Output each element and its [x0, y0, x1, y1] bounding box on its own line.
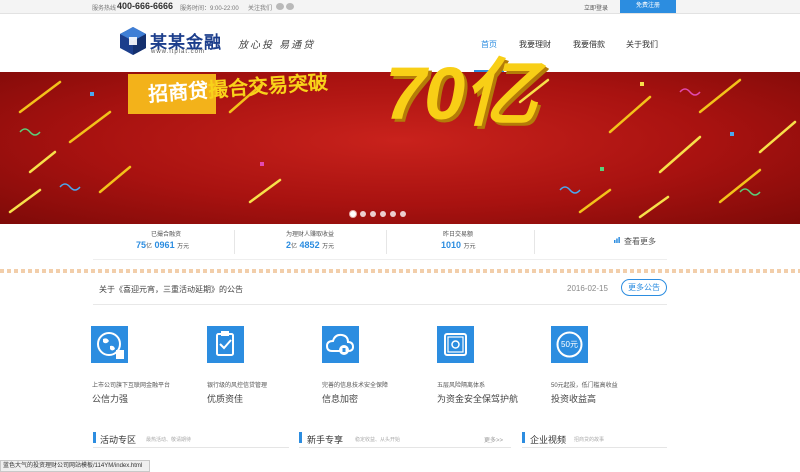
divider-dashed: [0, 269, 800, 273]
feature-subtitle: 五层风险隔离体系: [437, 383, 486, 389]
stat-label: 已撮合融资: [151, 232, 182, 238]
weibo-icon[interactable]: [276, 3, 284, 10]
notice-date: 2016-02-15: [567, 284, 608, 293]
wechat-icon[interactable]: [286, 3, 294, 10]
section-note: 招商贷的故事: [574, 437, 605, 443]
login-link[interactable]: 立即登录: [584, 3, 608, 12]
banner-badge-text: 共同见证: [137, 15, 206, 32]
stat-divider: [234, 230, 235, 254]
stat-value: 1010 万元: [441, 240, 476, 250]
cloud-lock-icon: [322, 326, 359, 363]
hotline-label: 服务热线: [92, 6, 117, 12]
clipboard-check-icon: [207, 326, 244, 363]
feature-subtitle: 完善的信息技术安全保障: [322, 383, 389, 389]
nav-borrow[interactable]: 我要借款: [573, 39, 605, 50]
section-divider: [93, 447, 289, 448]
feature-subtitle: 银行级的风控信贷管理: [207, 383, 268, 389]
coin-50-icon: 50元: [551, 326, 588, 363]
carousel-dot[interactable]: [390, 211, 396, 217]
more-link[interactable]: 更多>>: [484, 435, 503, 444]
service-hours: 服务时间：9:00-22:00: [180, 6, 239, 12]
notice-divider: [93, 304, 667, 305]
carousel-dot[interactable]: [350, 211, 356, 217]
feature-title: 公信力强: [92, 394, 129, 404]
banner-headline-prefix: 招商贷: [147, 80, 210, 107]
feature-subtitle: 50元起投，低门槛高收益: [551, 383, 618, 389]
feature-subtitle: 上市公司旗下互联网金融平台: [92, 383, 171, 389]
follow-label: 关注我们: [248, 6, 273, 12]
feature-title: 优质资佳: [207, 394, 244, 404]
safe-icon: [437, 326, 474, 363]
section-title-newbie: 新手专享: [307, 435, 344, 445]
stat-label: 昨日交易额: [443, 232, 474, 238]
section-note: 稳定收益、从头开始: [355, 437, 401, 443]
stat-value: 75亿 0961 万元: [136, 240, 190, 250]
hotline-number: 400-666-6666: [117, 1, 174, 11]
coin-label: 50元: [561, 340, 578, 349]
more-notices-button[interactable]: 更多公告: [621, 279, 667, 296]
notice-text[interactable]: 关于《喜迎元宵，三重活动延期》的公告: [99, 284, 243, 295]
feature-title: 为资金安全保驾护航: [437, 394, 519, 404]
globe-icon: [91, 326, 128, 363]
section-divider: [299, 447, 511, 448]
view-more-link[interactable]: 查看更多: [624, 236, 656, 247]
carousel-dot[interactable]: [380, 211, 386, 217]
browser-status-bar: 蓝色大气的投资理财公司网站模板/114YM/index.html: [0, 460, 150, 472]
section-accent: [93, 432, 96, 443]
section-title-activities: 活动专区: [100, 435, 137, 445]
carousel-dot[interactable]: [400, 211, 406, 217]
nav-about[interactable]: 关于我们: [626, 39, 658, 50]
stat-label: 为理财人赚取收益: [286, 232, 335, 238]
bar-chart-icon: [614, 237, 620, 243]
section-title-video: 企业视频: [530, 435, 567, 445]
feature-title: 信息加密: [322, 394, 359, 404]
stat-divider: [534, 230, 535, 254]
section-divider: [522, 447, 667, 448]
top-utility-bar: 服务热线 400-666-6666 服务时间：9:00-22:00 关注我们 立…: [0, 0, 800, 14]
banner-big-number: 70亿: [385, 52, 537, 135]
carousel-dot[interactable]: [360, 211, 366, 217]
section-accent: [522, 432, 525, 443]
carousel-dot[interactable]: [370, 211, 376, 217]
feature-title: 投资收益高: [551, 394, 597, 404]
section-note: 最热活动、敬请期待: [146, 437, 192, 443]
logo-url: www.itplat.com: [151, 49, 206, 55]
stat-divider: [386, 230, 387, 254]
section-accent: [299, 432, 302, 443]
register-button[interactable]: 免费注册: [620, 0, 676, 13]
stat-value: 2亿 4852 万元: [286, 240, 335, 250]
